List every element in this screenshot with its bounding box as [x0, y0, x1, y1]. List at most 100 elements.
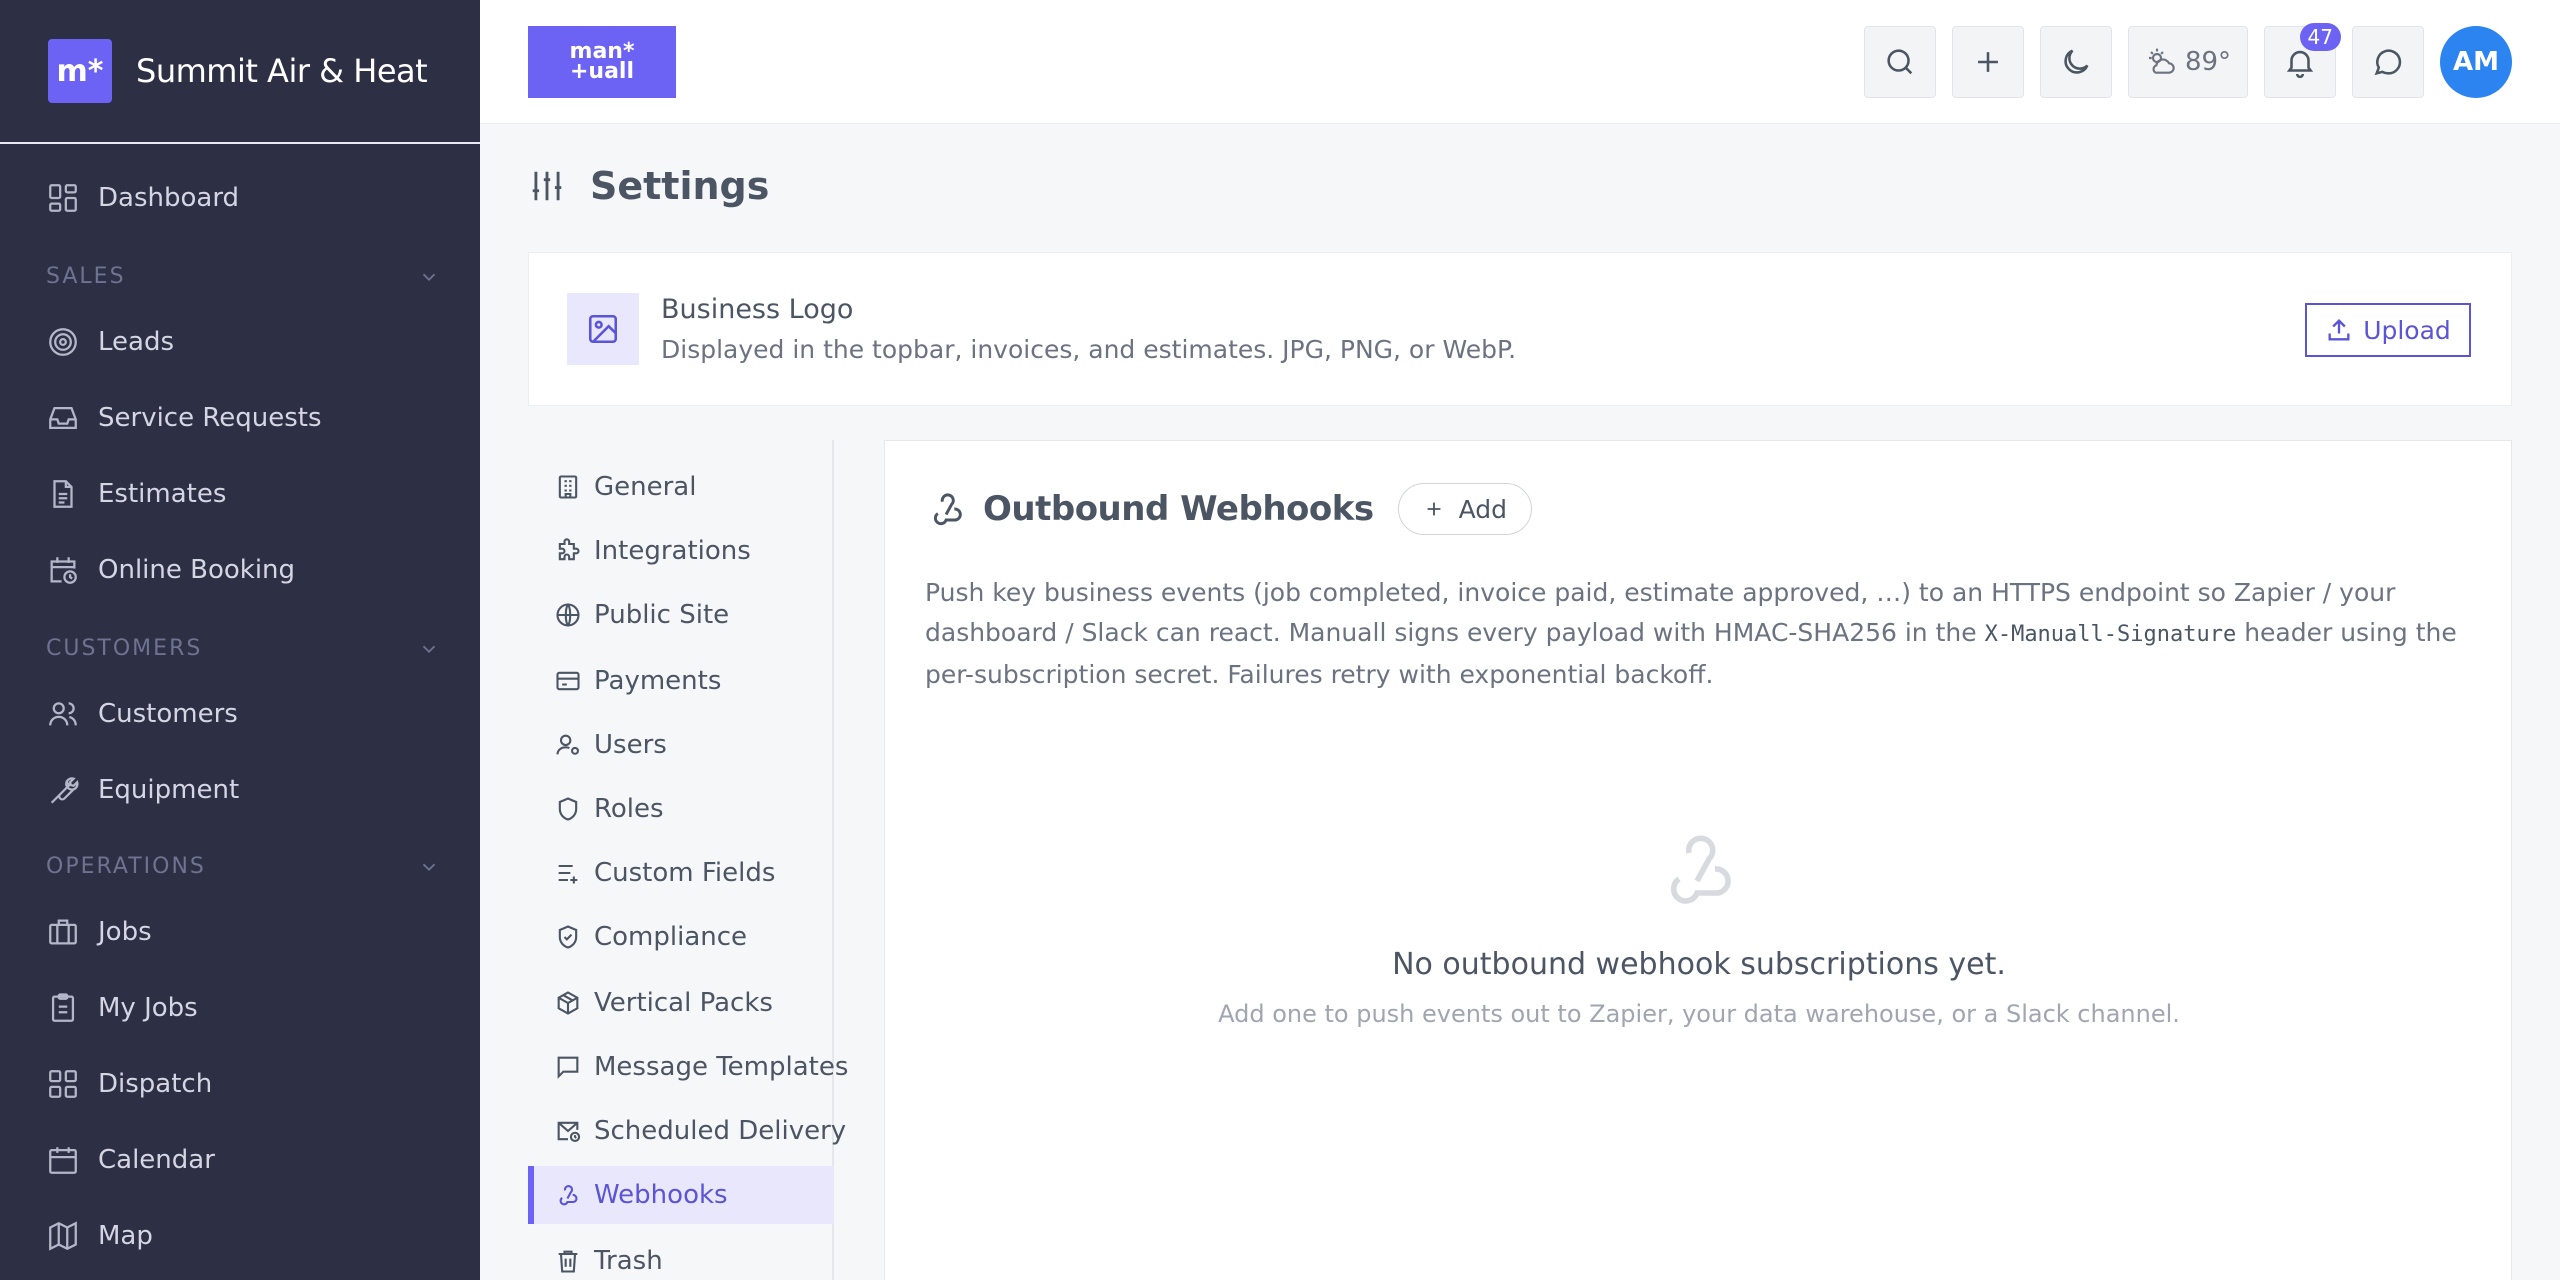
credit-card-icon	[554, 667, 582, 695]
logo-placeholder	[567, 293, 639, 365]
sidebar-item-calendar[interactable]: Calendar	[0, 1128, 480, 1192]
page-title-text: Settings	[590, 164, 770, 208]
subnav-item-trash[interactable]: Trash	[528, 1232, 834, 1280]
package-icon	[554, 989, 582, 1017]
notification-count-badge: 47	[2299, 23, 2341, 51]
puzzle-icon	[554, 537, 582, 565]
globe-icon	[554, 601, 582, 629]
sidebar-item-label: Leads	[98, 327, 175, 357]
search-button[interactable]	[1864, 26, 1936, 98]
create-button[interactable]	[1952, 26, 2024, 98]
sidebar-item-equipment[interactable]: Equipment	[0, 758, 480, 822]
topbar: man* +uall 89° 47 AM	[480, 0, 2560, 124]
subnav-item-custom-fields[interactable]: Custom Fields	[528, 844, 834, 902]
sidebar-item-dashboard[interactable]: Dashboard	[0, 166, 480, 230]
subnav-item-label: General	[594, 472, 697, 502]
subnav-item-vertical-packs[interactable]: Vertical Packs	[528, 974, 834, 1032]
sidebar-section-operations[interactable]: OPERATIONS	[46, 854, 440, 879]
sidebar-item-label: Jobs	[98, 917, 152, 947]
subnav-item-label: Integrations	[594, 536, 751, 566]
plus-icon	[1971, 45, 2005, 79]
dark-mode-toggle[interactable]	[2040, 26, 2112, 98]
subnav-item-message-templates[interactable]: Message Templates	[528, 1038, 848, 1096]
subnav-item-label: Message Templates	[594, 1052, 849, 1082]
dashboard-icon	[46, 181, 80, 215]
sidebar-item-label: My Jobs	[98, 993, 198, 1023]
sidebar-section-customers[interactable]: CUSTOMERS	[46, 636, 440, 661]
chevron-down-icon	[418, 638, 440, 660]
sliders-icon	[528, 167, 566, 205]
subnav-item-public-site[interactable]: Public Site	[528, 586, 834, 644]
sidebar-item-label: Dispatch	[98, 1069, 213, 1099]
notifications-button[interactable]: 47	[2264, 23, 2341, 98]
weather-button[interactable]: 89°	[2128, 26, 2248, 98]
logo-card-text: Business Logo Displayed in the topbar, i…	[661, 294, 1516, 364]
sidebar-item-online-booking[interactable]: Online Booking	[0, 538, 480, 602]
subnav-item-label: Scheduled Delivery	[594, 1116, 847, 1146]
sidebar-item-dispatch[interactable]: Dispatch	[0, 1052, 480, 1116]
sidebar-item-my-jobs[interactable]: My Jobs	[0, 976, 480, 1040]
subnav-item-scheduled-delivery[interactable]: Scheduled Delivery	[528, 1102, 846, 1160]
add-label: Add	[1458, 494, 1508, 524]
sidebar-item-service-requests[interactable]: Service Requests	[0, 386, 480, 450]
subnav-item-label: Vertical Packs	[594, 988, 773, 1018]
section-label: OPERATIONS	[46, 854, 206, 879]
logo-card-description: Displayed in the topbar, invoices, and e…	[661, 335, 1517, 364]
brand-logo: m*	[48, 39, 112, 103]
upload-button[interactable]: Upload	[2305, 303, 2471, 357]
empty-state-title: No outbound webhook subscriptions yet.	[1392, 947, 2006, 982]
logo-card-title: Business Logo	[661, 294, 854, 325]
panel-description: Push key business events (job completed,…	[925, 573, 2475, 695]
avatar[interactable]: AM	[2440, 26, 2512, 98]
sidebar-item-map[interactable]: Map	[0, 1204, 480, 1268]
sidebar-item-label: Dashboard	[98, 183, 240, 213]
sidebar-item-label: Online Booking	[98, 555, 296, 585]
users-icon	[46, 697, 80, 731]
add-webhook-button[interactable]: Add	[1397, 483, 1533, 535]
search-icon	[1883, 45, 1917, 79]
brand[interactable]: m* Summit Air & Heat	[0, 0, 480, 144]
subnav-item-webhooks[interactable]: Webhooks	[528, 1166, 834, 1224]
sidebar-item-label: Equipment	[98, 775, 240, 805]
empty-state: No outbound webhook subscriptions yet. A…	[885, 821, 2513, 1028]
calendar-clock-icon	[46, 553, 80, 587]
subnav-item-roles[interactable]: Roles	[528, 780, 834, 838]
subnav-item-integrations[interactable]: Integrations	[528, 522, 834, 580]
chevron-down-icon	[418, 266, 440, 288]
briefcase-icon	[46, 915, 80, 949]
image-icon	[586, 312, 620, 346]
webhook-icon	[554, 1181, 582, 1209]
subnav-item-payments[interactable]: Payments	[528, 652, 834, 710]
sidebar-section-sales[interactable]: SALES	[46, 264, 440, 289]
shield-icon	[554, 795, 582, 823]
sidebar-item-customers[interactable]: Customers	[0, 682, 480, 746]
wrench-icon	[46, 773, 80, 807]
upload-icon	[2325, 316, 2353, 344]
sidebar-item-label: Map	[98, 1221, 153, 1251]
list-plus-icon	[554, 859, 582, 887]
webhook-empty-icon	[885, 821, 2513, 917]
sun-cloud-icon	[2145, 46, 2177, 78]
sidebar-item-leads[interactable]: Leads	[0, 310, 480, 374]
panel-header: Outbound Webhooks Add	[925, 483, 1533, 535]
sidebar-item-label: Service Requests	[98, 403, 322, 433]
inbox-icon	[46, 401, 80, 435]
subnav-item-users[interactable]: Users	[528, 716, 834, 774]
document-icon	[46, 477, 80, 511]
sidebar-item-estimates[interactable]: Estimates	[0, 462, 480, 526]
chat-bubble-icon	[2371, 45, 2405, 79]
empty-state-subtitle: Add one to push events out to Zapier, yo…	[1218, 1000, 2180, 1028]
grid-icon	[46, 1067, 80, 1101]
sidebar-item-jobs[interactable]: Jobs	[0, 900, 480, 964]
chevron-down-icon	[418, 856, 440, 878]
subnav-item-label: Custom Fields	[594, 858, 776, 888]
webhooks-panel: Outbound Webhooks Add Push key business …	[884, 440, 2512, 1280]
messages-button[interactable]	[2352, 26, 2424, 98]
subnav-item-label: Public Site	[594, 600, 730, 630]
calendar-icon	[46, 1143, 80, 1177]
app-logo[interactable]: man* +uall	[528, 26, 676, 98]
subnav-item-general[interactable]: General	[528, 458, 834, 516]
subnav-item-compliance[interactable]: Compliance	[528, 908, 834, 966]
business-logo-card: Business Logo Displayed in the topbar, i…	[528, 252, 2512, 406]
sidebar-item-label: Calendar	[98, 1145, 215, 1175]
